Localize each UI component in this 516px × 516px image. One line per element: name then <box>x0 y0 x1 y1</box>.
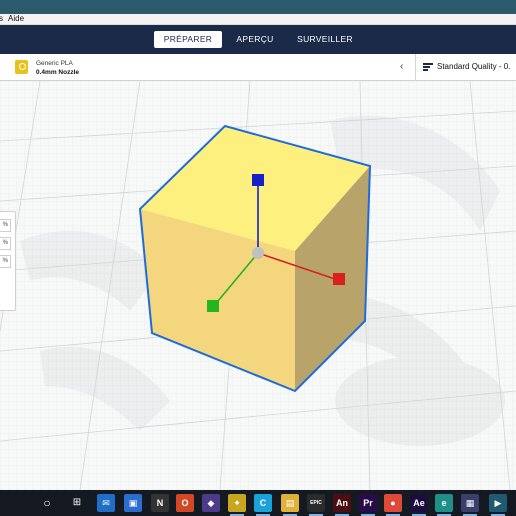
chevron-left-icon[interactable]: ‹ <box>400 61 403 72</box>
file-explorer-icon[interactable]: ▤ <box>281 494 299 512</box>
window-title-strip <box>0 0 516 14</box>
mail-icon[interactable]: ✉ <box>97 494 115 512</box>
nozzle-label[interactable]: 0.4mm Nozzle <box>36 69 79 76</box>
gizmo-center <box>252 247 264 259</box>
task-view-icon[interactable]: ⊞ <box>68 494 86 512</box>
axis-x-handle <box>333 273 345 285</box>
app-extra-icon[interactable]: ▦ <box>461 494 479 512</box>
stage-bar: PRÉPARER APERÇU SURVEILLER <box>0 25 516 54</box>
3d-viewport[interactable] <box>0 81 516 490</box>
animate-icon[interactable]: An <box>333 494 351 512</box>
windows-taskbar: ○ ⊞ ✉ ▣ N O ◆ ✦ C ▤ EPIC An Pr ● Ae e ▦ ▶ <box>0 490 516 516</box>
print-settings-button[interactable]: Standard Quality - 0. <box>437 62 510 71</box>
cura-icon[interactable]: C <box>254 494 272 512</box>
chrome-icon[interactable]: ● <box>384 494 402 512</box>
premiere-icon[interactable]: Pr <box>359 494 377 512</box>
tab-prepare[interactable]: PRÉPARER <box>154 31 222 48</box>
tab-preview[interactable]: APERÇU <box>232 31 278 48</box>
axis-z-handle <box>207 300 219 312</box>
scale-z-field[interactable]: % <box>0 255 11 268</box>
menu-bar: s Aide <box>0 14 516 25</box>
menu-item-aide[interactable]: Aide <box>8 13 24 24</box>
after-effects-icon[interactable]: Ae <box>410 494 428 512</box>
games-icon[interactable]: ✦ <box>228 494 246 512</box>
epic-games-icon[interactable]: EPIC <box>307 494 325 512</box>
tab-monitor[interactable]: SURVEILLER <box>292 31 358 48</box>
scale-x-field[interactable]: % <box>0 219 11 232</box>
material-label[interactable]: Generic PLA <box>36 60 73 67</box>
axis-y-handle <box>252 174 264 186</box>
app-last-icon[interactable]: ▶ <box>489 494 507 512</box>
build-plate-scene <box>0 81 516 490</box>
divider <box>415 54 416 81</box>
printer-info-bar: Generic PLA 0.4mm Nozzle ‹ Standard Qual… <box>0 54 516 81</box>
sliders-icon <box>423 63 433 73</box>
n-app-icon[interactable]: N <box>151 494 169 512</box>
extruder-icon[interactable] <box>15 60 28 74</box>
scale-tool-panel: % % % <box>0 211 16 311</box>
edge-icon[interactable]: e <box>435 494 453 512</box>
menu-item-partial[interactable]: s <box>0 13 3 24</box>
scale-y-field[interactable]: % <box>0 237 11 250</box>
search-icon[interactable]: ○ <box>38 494 56 512</box>
store-icon[interactable]: ▣ <box>124 494 142 512</box>
3d-app-icon[interactable]: ◆ <box>202 494 220 512</box>
office-icon[interactable]: O <box>176 494 194 512</box>
